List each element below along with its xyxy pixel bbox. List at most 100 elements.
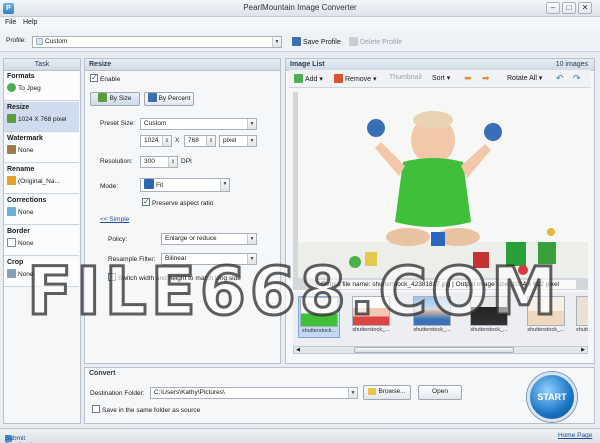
thumbnail-strip: shutterstock... shutterstock_... shutter…	[293, 292, 588, 346]
profile-value: Custom	[45, 38, 68, 45]
switch-label: Switch width and height to match long si…	[118, 275, 241, 282]
enable-checkbox[interactable]: Enable	[90, 73, 120, 83]
profile-select[interactable]: Custom ▼	[32, 36, 282, 48]
switch-dimensions-checkbox[interactable]: Switch width and height to match long si…	[108, 273, 241, 282]
watermark-icon	[7, 145, 16, 154]
start-button[interactable]: START	[527, 372, 577, 422]
fit-icon	[144, 179, 154, 189]
dpi-label: DPI	[181, 158, 192, 165]
task-crop[interactable]: Crop None	[4, 257, 79, 287]
close-button[interactable]: ✕	[578, 2, 592, 14]
convert-header: Convert	[89, 370, 116, 377]
save-profile-button[interactable]: Save Profile	[292, 37, 341, 46]
resample-filter-select[interactable]: Bilinear ▼	[161, 253, 257, 265]
thumbnail-item[interactable]: shutterstock_...	[525, 296, 567, 338]
profile-label: Profile:	[6, 37, 27, 44]
task-header: Task	[4, 59, 80, 71]
delete-profile-button[interactable]: Delete Profile	[349, 37, 402, 46]
rotate-all-button[interactable]: Rotate All ▾	[507, 74, 542, 82]
task-watermark[interactable]: Watermark None	[4, 133, 79, 163]
times-label: X	[175, 137, 180, 144]
unit-value: pixel	[223, 137, 237, 144]
same-folder-checkbox[interactable]: Save in the same folder as source	[92, 405, 200, 414]
task-crop-title: Crop	[7, 259, 24, 266]
menu-help[interactable]: Help	[23, 19, 37, 26]
menu-file[interactable]: File	[5, 19, 16, 26]
thumbnail-item[interactable]: shutterstock_...	[411, 296, 453, 338]
floppy-icon	[292, 37, 301, 46]
task-border[interactable]: Border None	[4, 226, 79, 256]
task-border-value: None	[18, 240, 34, 247]
status-bar: Submit Feedback Home Page	[0, 428, 600, 443]
scroll-thumb[interactable]	[354, 347, 514, 353]
task-formats-value: To Jpeg	[18, 85, 41, 92]
chevron-down-icon: ▼	[247, 254, 256, 264]
task-rename[interactable]: Rename (Original_Na...	[4, 164, 79, 194]
same-folder-check-icon	[92, 405, 100, 413]
preserve-label: Preserve aspect ratio	[152, 200, 214, 207]
resolution-input[interactable]: 300 ⇕	[140, 156, 178, 168]
simple-link[interactable]: << Simple	[100, 216, 129, 223]
by-size-tab[interactable]: By Size	[90, 92, 140, 106]
menu-bar: File Help	[0, 17, 600, 31]
preset-size-value: Custom	[144, 120, 167, 127]
destination-folder-select[interactable]: C:\Users\Kathy\Pictures\ ▼	[150, 387, 358, 399]
task-corrections[interactable]: Corrections None	[4, 195, 79, 225]
preset-size-select[interactable]: Custom ▼	[140, 118, 257, 130]
policy-select[interactable]: Enlarge or reduce ▼	[161, 233, 257, 245]
home-page-link[interactable]: Home Page	[558, 432, 592, 439]
image-list-title: Image List	[290, 61, 325, 68]
add-button[interactable]: Add ▾	[294, 74, 323, 83]
scroll-right-icon[interactable]: ▶	[579, 347, 587, 353]
task-watermark-title: Watermark	[7, 135, 43, 142]
add-label: Add	[305, 76, 318, 83]
task-formats[interactable]: Formats To Jpeg	[4, 71, 79, 101]
rotate-right-icon[interactable]: ↷	[573, 73, 581, 84]
mode-select[interactable]: Fit ▼	[140, 178, 230, 192]
task-formats-title: Formats	[7, 73, 35, 80]
preset-size-label: Preset Size:	[100, 120, 136, 127]
crop-icon	[7, 269, 16, 278]
title-bar: P PearlMountain Image Converter – □ ✕	[0, 0, 600, 17]
maximize-button[interactable]: □	[562, 2, 576, 14]
enable-check-icon	[90, 73, 98, 82]
thumbnail-scrollbar[interactable]: ◀ ▶	[293, 346, 588, 354]
image-list-toolbar: Add ▾ Remove ▾ Thumbnail Sort ▾ ⬅ ➡ Rota…	[289, 70, 591, 88]
task-resize[interactable]: Resize 1024 X 768 pixel	[4, 102, 79, 132]
sort-button[interactable]: Sort ▾	[432, 74, 450, 82]
scroll-left-icon[interactable]: ◀	[294, 347, 302, 353]
height-input[interactable]: 768 ⇕	[184, 135, 216, 147]
open-button[interactable]: Open	[418, 385, 462, 400]
chevron-down-icon: ▼	[220, 179, 229, 191]
unit-select[interactable]: pixel ▼	[219, 135, 257, 147]
thumbnail-item[interactable]: shutterstock_...	[468, 296, 510, 338]
pencil-icon	[7, 176, 16, 185]
image-count: 10 images	[555, 61, 588, 68]
destination-folder-value: C:\Users\Kathy\Pictures\	[154, 389, 225, 396]
chevron-down-icon: ▼	[247, 136, 256, 146]
minimize-button[interactable]: –	[546, 2, 560, 14]
task-watermark-value: None	[18, 147, 34, 154]
policy-value: Enlarge or reduce	[165, 235, 217, 242]
preserve-aspect-checkbox[interactable]: Preserve aspect ratio	[142, 197, 214, 207]
thumbnail-item[interactable]: shutt	[576, 296, 588, 338]
by-percent-tab[interactable]: By Percent	[144, 92, 194, 106]
resize-header: Resize	[85, 59, 280, 71]
remove-button[interactable]: Remove ▾	[334, 74, 377, 83]
move-left-icon[interactable]: ⬅	[464, 73, 472, 84]
task-corrections-title: Corrections	[7, 197, 47, 204]
move-right-icon[interactable]: ➡	[482, 73, 490, 84]
thumbnail-button[interactable]: Thumbnail	[389, 74, 422, 81]
task-resize-value: 1024 X 768 pixel	[18, 116, 67, 123]
thumbnail-item[interactable]: shutterstock...	[298, 296, 340, 338]
width-input[interactable]: 1024 ⇕	[140, 135, 172, 147]
remove-icon	[334, 74, 343, 83]
height-value: 768	[188, 137, 199, 144]
delete-icon	[349, 37, 358, 46]
image-preview	[293, 92, 588, 290]
chevron-down-icon: ▼	[247, 234, 256, 244]
rotate-left-icon[interactable]: ↶	[556, 73, 564, 84]
thumbnail-item[interactable]: shutterstock_...	[350, 296, 392, 338]
browse-button[interactable]: Browse...	[363, 385, 411, 400]
switch-check-icon	[108, 273, 116, 281]
